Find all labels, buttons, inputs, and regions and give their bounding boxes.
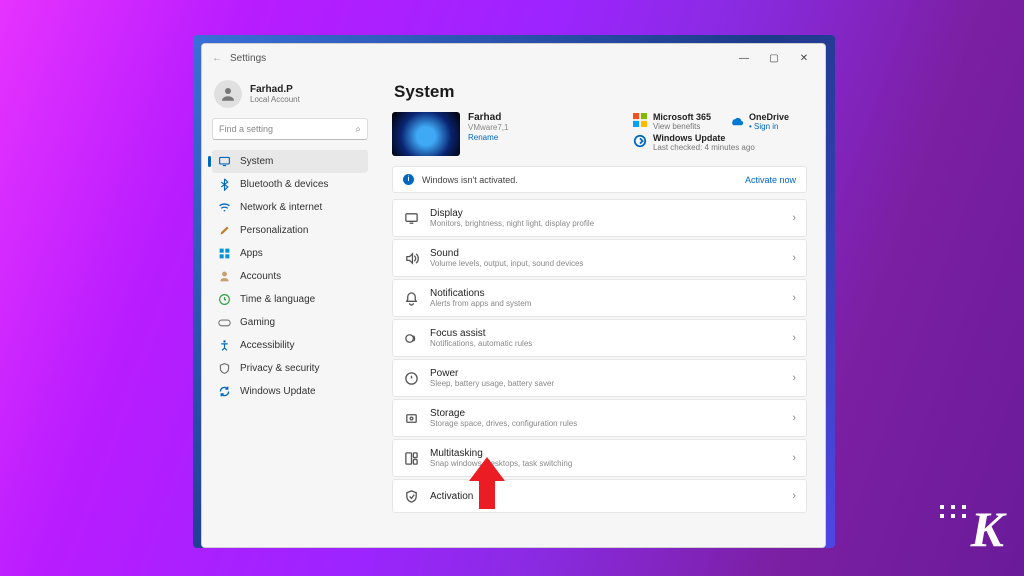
sidebar-item-system[interactable]: System <box>212 150 368 173</box>
onedrive-icon <box>729 113 743 127</box>
page-title: System <box>394 82 807 102</box>
setting-card-activation[interactable]: Activation› <box>392 479 807 513</box>
sidebar-item-time-language[interactable]: Time & language <box>212 288 368 311</box>
sidebar-item-label: Personalization <box>240 225 308 236</box>
bt-icon <box>218 178 231 191</box>
card-icon <box>403 410 419 426</box>
content-pane: System Farhad VMware7,1 Rename <box>374 72 825 547</box>
search-icon: ⌕ <box>355 124 361 135</box>
setting-card-power[interactable]: PowerSleep, battery usage, battery saver… <box>392 359 807 397</box>
card-icon <box>403 250 419 266</box>
sidebar-item-label: System <box>240 156 273 167</box>
sidebar-item-bluetooth-devices[interactable]: Bluetooth & devices <box>212 173 368 196</box>
pc-vm: VMware7,1 <box>468 123 508 132</box>
shield-icon <box>218 362 231 375</box>
sidebar: Farhad.P Local Account Find a setting ⌕ … <box>202 72 374 547</box>
chevron-right-icon: › <box>792 372 796 384</box>
access-icon <box>218 339 231 352</box>
chevron-right-icon: › <box>792 490 796 502</box>
sidebar-item-accounts[interactable]: Accounts <box>212 265 368 288</box>
sidebar-item-accessibility[interactable]: Accessibility <box>212 334 368 357</box>
card-icon <box>403 290 419 306</box>
user-sub: Local Account <box>250 95 300 104</box>
card-icon <box>403 488 419 504</box>
sidebar-item-label: Gaming <box>240 317 275 328</box>
tile-m365[interactable]: Microsoft 365View benefits <box>633 112 711 131</box>
settings-list: DisplayMonitors, brightness, night light… <box>392 199 807 513</box>
back-button[interactable]: ← <box>208 53 226 64</box>
sidebar-item-apps[interactable]: Apps <box>212 242 368 265</box>
sidebar-item-label: Time & language <box>240 294 315 305</box>
about-pc[interactable]: Farhad VMware7,1 Rename <box>392 112 508 156</box>
chevron-right-icon: › <box>792 412 796 424</box>
avatar-icon <box>214 80 242 108</box>
setting-card-sound[interactable]: SoundVolume levels, output, input, sound… <box>392 239 807 277</box>
update-icon <box>633 134 647 148</box>
desktop-wallpaper: ← Settings — ▢ ✕ Farhad.P Local Account <box>193 35 835 548</box>
setting-card-focus-assist[interactable]: Focus assistNotifications, automatic rul… <box>392 319 807 357</box>
top-row: Farhad VMware7,1 Rename Microsoft 365Vie… <box>392 112 807 156</box>
setting-card-display[interactable]: DisplayMonitors, brightness, night light… <box>392 199 807 237</box>
wifi-icon <box>218 201 231 214</box>
update-icon <box>218 385 231 398</box>
sidebar-item-label: Accessibility <box>240 340 294 351</box>
card-icon <box>403 370 419 386</box>
clock-icon <box>218 293 231 306</box>
pc-thumbnail <box>392 112 460 156</box>
card-icon <box>403 330 419 346</box>
search-placeholder: Find a setting <box>219 124 273 134</box>
user-block[interactable]: Farhad.P Local Account <box>212 76 368 116</box>
m365-icon <box>633 113 647 127</box>
nav-list: System Bluetooth & devices Network & inter… <box>212 150 368 403</box>
tile-onedrive[interactable]: OneDrive• Sign in <box>729 112 807 131</box>
brand-logo: K <box>971 500 1002 558</box>
chevron-right-icon: › <box>792 292 796 304</box>
search-input[interactable]: Find a setting ⌕ <box>212 118 368 140</box>
sidebar-item-label: Network & internet <box>240 202 322 213</box>
chevron-right-icon: › <box>792 332 796 344</box>
setting-card-storage[interactable]: StorageStorage space, drives, configurat… <box>392 399 807 437</box>
settings-window: ← Settings — ▢ ✕ Farhad.P Local Account <box>201 43 826 548</box>
card-icon <box>403 450 419 466</box>
sidebar-item-personalization[interactable]: Personalization <box>212 219 368 242</box>
alert-text: Windows isn't activated. <box>422 175 518 185</box>
user-name: Farhad.P <box>250 84 300 95</box>
display-icon <box>218 155 231 168</box>
minimize-button[interactable]: — <box>729 44 759 72</box>
apps-icon <box>218 247 231 260</box>
sidebar-item-network-internet[interactable]: Network & internet <box>212 196 368 219</box>
brand-dots <box>940 505 968 518</box>
sidebar-item-windows-update[interactable]: Windows Update <box>212 380 368 403</box>
sidebar-item-privacy-security[interactable]: Privacy & security <box>212 357 368 380</box>
sidebar-item-gaming[interactable]: Gaming <box>212 311 368 334</box>
setting-card-multitasking[interactable]: MultitaskingSnap windows, desktops, task… <box>392 439 807 477</box>
info-icon: i <box>403 174 414 185</box>
titlebar: ← Settings — ▢ ✕ <box>202 44 825 72</box>
pen-icon <box>218 224 231 237</box>
tile-windows-update[interactable]: Windows UpdateLast checked: 4 minutes ag… <box>633 133 807 152</box>
close-button[interactable]: ✕ <box>789 44 819 72</box>
rename-link[interactable]: Rename <box>468 133 508 142</box>
setting-card-notifications[interactable]: NotificationsAlerts from apps and system… <box>392 279 807 317</box>
chevron-right-icon: › <box>792 252 796 264</box>
chevron-right-icon: › <box>792 212 796 224</box>
sidebar-item-label: Apps <box>240 248 263 259</box>
user-icon <box>218 270 231 283</box>
card-icon <box>403 210 419 226</box>
sidebar-item-label: Privacy & security <box>240 363 319 374</box>
sidebar-item-label: Windows Update <box>240 386 316 397</box>
window-title: Settings <box>230 53 266 64</box>
game-icon <box>218 316 231 329</box>
pc-name: Farhad <box>468 112 508 123</box>
activate-link[interactable]: Activate now <box>745 175 796 185</box>
activation-alert[interactable]: i Windows isn't activated. Activate now <box>392 166 807 193</box>
sidebar-item-label: Bluetooth & devices <box>240 179 328 190</box>
maximize-button[interactable]: ▢ <box>759 44 789 72</box>
chevron-right-icon: › <box>792 452 796 464</box>
sidebar-item-label: Accounts <box>240 271 281 282</box>
